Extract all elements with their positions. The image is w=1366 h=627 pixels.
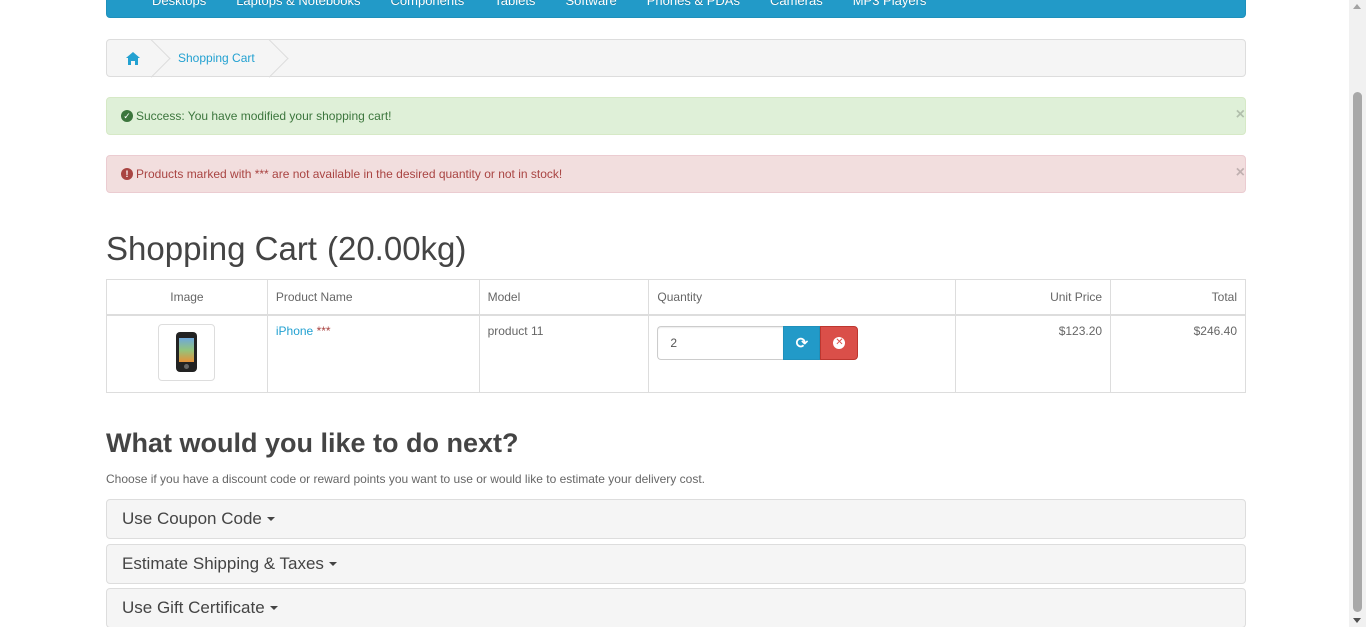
close-icon[interactable]: × <box>1236 164 1245 182</box>
home-icon[interactable] <box>126 51 140 65</box>
col-unit-price: Unit Price <box>955 279 1112 316</box>
cart-weight: (20.00kg) <box>326 230 467 267</box>
product-link[interactable]: iPhone <box>276 324 313 338</box>
caret-down-icon <box>328 562 337 566</box>
close-icon[interactable]: × <box>1236 106 1245 124</box>
page-title-text: Shopping Cart <box>106 230 317 267</box>
gift-certificate-panel-label: Use Gift Certificate <box>122 598 265 617</box>
menu-item-tablets[interactable]: Tablets <box>479 0 550 20</box>
col-quantity: Quantity <box>648 279 957 316</box>
warning-message: Products marked with *** are not availab… <box>136 167 563 181</box>
menu-item-mp3[interactable]: MP3 Players <box>838 0 942 20</box>
quantity-group: ⟳ ✕ <box>657 325 947 360</box>
menu-item-components[interactable]: Components <box>376 0 480 20</box>
col-model: Model <box>478 279 650 316</box>
menu-item-phones[interactable]: Phones & PDAs <box>632 0 755 20</box>
out-of-stock-marker: *** <box>316 323 331 338</box>
menu-item-software[interactable]: Software <box>550 0 631 20</box>
page-scrollbar[interactable] <box>1349 0 1366 627</box>
caret-down-icon <box>266 517 275 521</box>
table-row: iPhone *** product 11 ⟳ ✕ $123.20 $246.4… <box>106 314 1246 393</box>
menu-item-laptops[interactable]: Laptops & Notebooks <box>221 0 375 20</box>
exclamation-circle-icon: ! <box>121 168 133 180</box>
menu-item-desktops[interactable]: Desktops <box>137 0 221 20</box>
col-total: Total <box>1110 279 1246 316</box>
breadcrumb: Shopping Cart <box>106 39 1246 77</box>
product-name-cell: iPhone *** <box>266 314 480 393</box>
row-total: $246.40 <box>1110 314 1246 393</box>
coupon-panel-toggle[interactable]: Use Coupon Code <box>106 499 1246 539</box>
quantity-input[interactable] <box>657 325 784 360</box>
scroll-up-icon[interactable] <box>1353 4 1361 9</box>
quantity-cell: ⟳ ✕ <box>648 314 957 393</box>
product-model: product 11 <box>478 314 650 393</box>
update-button[interactable]: ⟳ <box>783 325 821 360</box>
times-circle-icon: ✕ <box>833 336 846 349</box>
coupon-panel-label: Use Coupon Code <box>122 509 262 528</box>
table-header-row: Image Product Name Model Quantity Unit P… <box>106 279 1246 316</box>
breadcrumb-home[interactable] <box>107 40 159 76</box>
remove-button[interactable]: ✕ <box>820 325 859 360</box>
menu-item-cameras[interactable]: Cameras <box>755 0 838 20</box>
product-thumbnail[interactable] <box>158 323 216 381</box>
next-steps-description: Choose if you have a discount code or re… <box>106 472 705 486</box>
col-image: Image <box>106 279 268 316</box>
scrollbar-thumb[interactable] <box>1353 92 1362 612</box>
page-title: Shopping Cart (20.00kg) <box>106 230 1246 268</box>
top-menu: Desktops Laptops & Notebooks Components … <box>106 0 1246 18</box>
col-product-name: Product Name <box>266 279 480 316</box>
success-alert: ✓ Success: You have modified your shoppi… <box>106 97 1246 135</box>
check-circle-icon: ✓ <box>121 110 133 122</box>
caret-down-icon <box>269 606 278 610</box>
refresh-icon: ⟳ <box>795 334 809 352</box>
unit-price: $123.20 <box>955 314 1112 393</box>
shipping-panel-toggle[interactable]: Estimate Shipping & Taxes <box>106 544 1246 584</box>
next-steps-title: What would you like to do next? <box>106 428 519 458</box>
iphone-image <box>176 331 198 372</box>
success-message: Success: You have modified your shopping… <box>136 109 392 123</box>
cart-table: Image Product Name Model Quantity Unit P… <box>106 279 1246 393</box>
gift-certificate-panel-toggle[interactable]: Use Gift Certificate <box>106 588 1246 627</box>
product-image-cell <box>106 314 268 393</box>
stock-warning-alert: ! Products marked with *** are not avail… <box>106 155 1246 193</box>
scroll-down-icon[interactable] <box>1353 618 1361 623</box>
shipping-panel-label: Estimate Shipping & Taxes <box>122 554 324 573</box>
breadcrumb-shopping-cart[interactable]: Shopping Cart <box>159 40 273 76</box>
